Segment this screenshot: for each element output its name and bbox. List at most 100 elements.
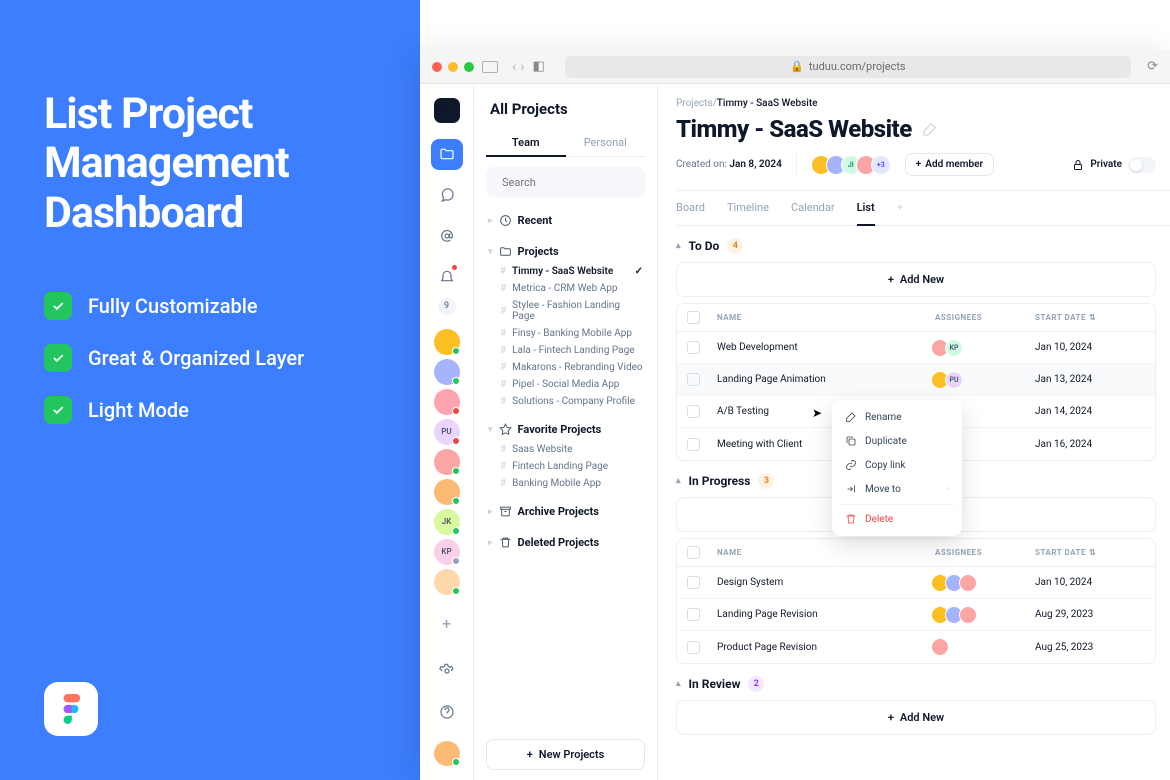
view-list[interactable]: List (857, 201, 875, 226)
section-favorites[interactable]: ▾Favorite Projects (486, 418, 645, 441)
section-deleted[interactable]: ▸Deleted Projects (486, 531, 645, 554)
checkbox[interactable] (687, 641, 700, 654)
view-tabs: Board Timeline Calendar List + (676, 191, 1170, 226)
search-field[interactable] (502, 176, 642, 189)
project-item[interactable]: #Makarons - Rebranding Video (486, 359, 645, 376)
section-recent[interactable]: ▸Recent (486, 209, 645, 232)
archive-icon (499, 505, 512, 518)
section-header[interactable]: ▴To Do4 (676, 238, 1170, 254)
star-icon (499, 423, 512, 436)
sort-icon[interactable]: ⇅ (1089, 313, 1096, 322)
nav-notifications-icon[interactable] (431, 261, 463, 292)
checkbox[interactable] (687, 405, 700, 418)
task-row[interactable]: Design SystemJan 10, 2024 (677, 567, 1155, 599)
ctx-delete[interactable]: Delete (837, 504, 957, 531)
project-item[interactable]: #Solutions - Company Profile (486, 393, 645, 410)
rail-avatar[interactable]: JK (434, 509, 460, 535)
checkbox[interactable] (687, 608, 700, 621)
project-item[interactable]: #Metrica - CRM Web App (486, 280, 645, 297)
clock-icon (499, 214, 512, 227)
task-row[interactable]: Product Page Revision Aug 25, 2023 (677, 631, 1155, 663)
reload-icon[interactable]: ⟳ (1147, 59, 1158, 74)
rail-avatar[interactable] (434, 329, 460, 355)
privacy-toggle[interactable]: Private (1072, 157, 1156, 173)
section-header[interactable]: ▴In Review2 (676, 676, 1170, 692)
checkbox-all[interactable] (687, 311, 700, 324)
project-item[interactable]: #Lala - Fintech Landing Page (486, 342, 645, 359)
traffic-lights[interactable] (432, 62, 474, 72)
favorite-item[interactable]: #Saas Website (486, 441, 645, 458)
view-timeline[interactable]: Timeline (727, 201, 769, 225)
ctx-duplicate[interactable]: Duplicate (837, 429, 957, 453)
task-assignees[interactable] (935, 606, 1035, 624)
context-menu: Rename Duplicate Copy link Move to› Dele… (832, 400, 962, 536)
task-row[interactable]: Landing Page AnimationPUJan 13, 2024 (677, 364, 1155, 396)
favorite-item[interactable]: #Fintech Landing Page (486, 458, 645, 475)
rail-avatar[interactable] (434, 569, 460, 595)
task-assignees[interactable]: KP (935, 339, 1035, 357)
checkbox[interactable] (687, 438, 700, 451)
nav-projects-icon[interactable] (431, 139, 463, 170)
ctx-rename[interactable]: Rename (837, 405, 957, 429)
chevron-right-icon: › (946, 484, 949, 494)
favorite-item[interactable]: #Banking Mobile App (486, 475, 645, 492)
task-date: Aug 25, 2023 (1035, 642, 1145, 653)
nav-settings-icon[interactable] (431, 656, 463, 687)
checkbox[interactable] (687, 341, 700, 354)
project-item[interactable]: #Stylee - Fashion Landing Page (486, 297, 645, 325)
search-input[interactable] (486, 167, 645, 197)
rail-avatar[interactable] (434, 479, 460, 505)
check-icon (44, 344, 72, 372)
rail-avatar[interactable]: KP (434, 539, 460, 565)
view-calendar[interactable]: Calendar (791, 201, 835, 225)
tab-personal[interactable]: Personal (566, 130, 646, 156)
view-board[interactable]: Board (676, 201, 705, 225)
edit-icon[interactable] (922, 121, 938, 137)
task-table: NAMEASSIGNEESSTART DATE⇅Design SystemJan… (676, 538, 1156, 664)
nav-help-icon[interactable] (431, 696, 463, 727)
ctx-copylink[interactable]: Copy link (837, 453, 957, 477)
hash-icon: # (500, 306, 506, 317)
rail-avatar[interactable]: PU (434, 419, 460, 445)
app-logo[interactable] (434, 98, 460, 123)
nav-chat-icon[interactable] (431, 180, 463, 211)
task-row[interactable]: Web DevelopmentKPJan 10, 2024 (677, 332, 1155, 364)
count-badge: 4 (727, 238, 743, 254)
add-member-button[interactable]: +Add member (905, 153, 994, 176)
task-assignees[interactable] (935, 638, 1035, 656)
member-avatars[interactable]: JI +3 (811, 155, 891, 175)
current-user-avatar[interactable] (434, 741, 460, 766)
rail-add-member[interactable]: + (434, 611, 460, 636)
task-row[interactable]: Landing Page RevisionAug 29, 2023 (677, 599, 1155, 631)
new-project-button[interactable]: +New Projects (486, 739, 645, 770)
sidebar-toggle-icon[interactable] (482, 61, 498, 73)
breadcrumb[interactable]: Projects/Timmy - SaaS Website (676, 98, 1170, 109)
project-item[interactable]: #Pipel - Social Media App (486, 376, 645, 393)
checkbox[interactable] (687, 576, 700, 589)
ctx-moveto[interactable]: Move to› (837, 477, 957, 501)
switch[interactable] (1128, 157, 1156, 173)
app-window: ‹› ◧ 🔒 tuduu.com/projects ⟳ 9 PUJKKP + A… (420, 50, 1170, 780)
sort-icon[interactable]: ⇅ (1089, 548, 1096, 557)
nav-arrows[interactable]: ‹› (512, 59, 524, 75)
tab-team[interactable]: Team (486, 130, 566, 157)
project-item[interactable]: #Timmy - SaaS Website✓ (486, 263, 645, 280)
task-assignees[interactable] (935, 574, 1035, 592)
checkbox[interactable] (687, 373, 700, 386)
hash-icon: # (500, 379, 506, 390)
task-assignees[interactable]: PU (935, 371, 1035, 389)
rail-avatar[interactable] (434, 389, 460, 415)
rail-avatar[interactable] (434, 449, 460, 475)
table-header: NAMEASSIGNEESSTART DATE⇅ (677, 539, 1155, 567)
nav-mentions-icon[interactable] (431, 220, 463, 251)
task-name: Product Page Revision (717, 642, 935, 653)
view-add[interactable]: + (897, 201, 903, 225)
section-projects[interactable]: ▾Projects (486, 240, 645, 263)
rail-avatar[interactable] (434, 359, 460, 385)
checkbox-all[interactable] (687, 546, 700, 559)
url-bar[interactable]: 🔒 tuduu.com/projects (565, 56, 1131, 78)
add-new-button[interactable]: +Add New (676, 700, 1156, 735)
add-new-button[interactable]: +Add New (676, 262, 1156, 297)
section-archive[interactable]: ▸Archive Projects (486, 500, 645, 523)
project-item[interactable]: #Finsy - Banking Mobile App (486, 325, 645, 342)
